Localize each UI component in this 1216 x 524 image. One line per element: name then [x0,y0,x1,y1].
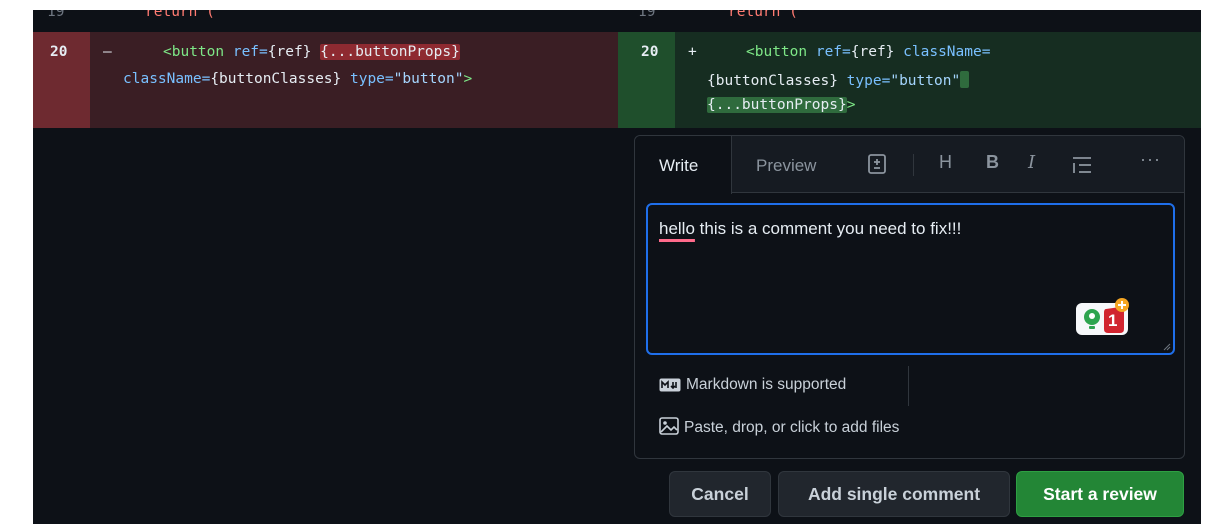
deletion-sign: – [103,44,112,60]
line-number[interactable]: 20 [50,44,67,60]
code-token: ref= [807,44,851,60]
line-number[interactable]: 19 [638,10,655,20]
added-code-line-1: <button ref={ref} className= [746,44,990,60]
markdown-icon [659,378,681,397]
markdown-note-text: Markdown is supported [686,376,847,393]
code-text: return ( [728,10,798,20]
split-diff-view: 19 return ( 20 – <button ref={ref} {...b… [33,10,1201,524]
footer-divider [908,366,909,406]
diff-left-column: 19 return ( 20 – <button ref={ref} {...b… [33,10,618,524]
line-number[interactable]: 20 [641,44,658,60]
code-token: <button [163,44,225,60]
code-token: > [463,71,473,87]
files-note-text: Paste, drop, or click to add files [684,419,900,436]
tab-write[interactable]: Write [635,136,732,194]
code-token: className= [123,71,211,87]
tab-label: Write [659,156,699,175]
code-token: <button [746,44,808,60]
file-attach-area[interactable]: Paste, drop, or click to add files [659,417,899,440]
code-token: {ref} [267,44,321,60]
grammar-assistant-widget[interactable]: 1 [1076,297,1130,337]
code-token: "button" [890,73,961,89]
addition-sign: + [688,44,697,60]
more-options-button[interactable]: ··· [1140,149,1161,170]
comment-textarea[interactable]: hello this is a comment you need to fix!… [646,203,1175,355]
add-single-comment-button[interactable]: Add single comment [778,471,1010,517]
code-token: className= [894,44,991,60]
code-token-highlight: {...buttonProps} [320,44,460,60]
code-token: > [846,97,856,113]
bold-button[interactable]: B [986,152,999,173]
diff-right-column: 19 return ( 20 + <button ref={ref} class… [618,10,1201,524]
code-token: type= [837,73,891,89]
added-code-line-2: {buttonClasses} type="button" [707,71,970,89]
line-number[interactable]: 19 [47,10,64,20]
code-token-highlight [960,71,970,88]
deleted-code-line-2: className={buttonClasses} type="button"> [123,71,472,87]
code-token: "button" [393,71,464,87]
code-text: return ( [145,10,215,20]
image-icon [659,417,679,440]
resize-handle-icon[interactable] [1163,343,1171,351]
comment-text: hello this is a comment you need to fix!… [659,219,961,239]
code-token: {ref} [850,44,895,60]
comment-form: Write Preview H B I ··· hello this is a … [634,135,1185,459]
comment-text-rest: this is a comment you need to fix!!! [694,219,962,238]
added-code-line-3: {...buttonProps}> [707,97,855,113]
heading-button[interactable]: H [939,152,952,173]
cancel-button[interactable]: Cancel [669,471,771,517]
context-line-left: 19 return ( [33,10,618,32]
italic-button[interactable]: I [1028,152,1035,173]
diff-suggestion-icon[interactable] [867,153,887,180]
code-token: {buttonClasses} [210,71,342,87]
list-icon[interactable] [1071,155,1093,180]
start-review-button[interactable]: Start a review [1016,471,1184,517]
misspelled-word[interactable]: hello [659,219,695,238]
page: 19 return ( 20 – <button ref={ref} {...b… [0,0,1216,524]
code-token: type= [341,71,394,87]
tab-preview[interactable]: Preview [756,156,816,176]
code-token: ref= [224,44,268,60]
toolbar-divider [913,154,914,176]
code-token-highlight: {...buttonProps} [707,97,847,113]
code-token: {buttonClasses} [707,73,838,89]
widget-badge-count: 1 [1108,311,1118,330]
comment-tab-bar: Write Preview H B I ··· [635,136,1184,194]
deleted-code-line-1: <button ref={ref} {...buttonProps} [163,44,460,60]
markdown-note[interactable]: Markdown is supported [659,376,846,397]
context-line-right: 19 return ( [618,10,1201,32]
